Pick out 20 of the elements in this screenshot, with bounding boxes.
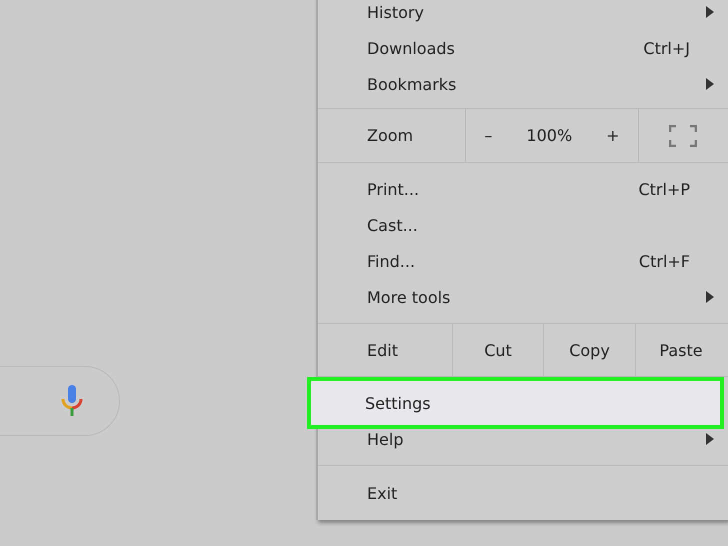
menu-item[interactable]: History (318, 0, 728, 30)
menu-item[interactable]: Exit (318, 475, 728, 511)
copy-button[interactable]: Copy (569, 340, 610, 360)
menu-item[interactable]: Find... Ctrl+F (318, 243, 728, 279)
menu-item[interactable]: Print... Ctrl+P (318, 171, 728, 207)
menu-item[interactable]: Settings (307, 377, 724, 429)
menu-item[interactable]: Bookmarks (318, 66, 728, 102)
zoom-level: 100% (526, 126, 572, 145)
zoom-label: Zoom (367, 126, 414, 145)
edit-label: Edit (367, 340, 398, 360)
search-bar[interactable] (0, 366, 120, 436)
microphone-icon[interactable] (61, 384, 83, 418)
zoom-out-button[interactable]: – (484, 126, 492, 145)
menu-item[interactable]: Downloads Ctrl+J (318, 30, 728, 66)
menu-item[interactable]: Cast... (318, 207, 728, 243)
paste-button[interactable]: Paste (659, 340, 703, 360)
menu-item[interactable]: More tools (318, 279, 728, 315)
cut-button[interactable]: Cut (484, 340, 512, 360)
fullscreen-icon[interactable] (668, 124, 696, 146)
zoom-in-button[interactable]: + (606, 126, 620, 145)
